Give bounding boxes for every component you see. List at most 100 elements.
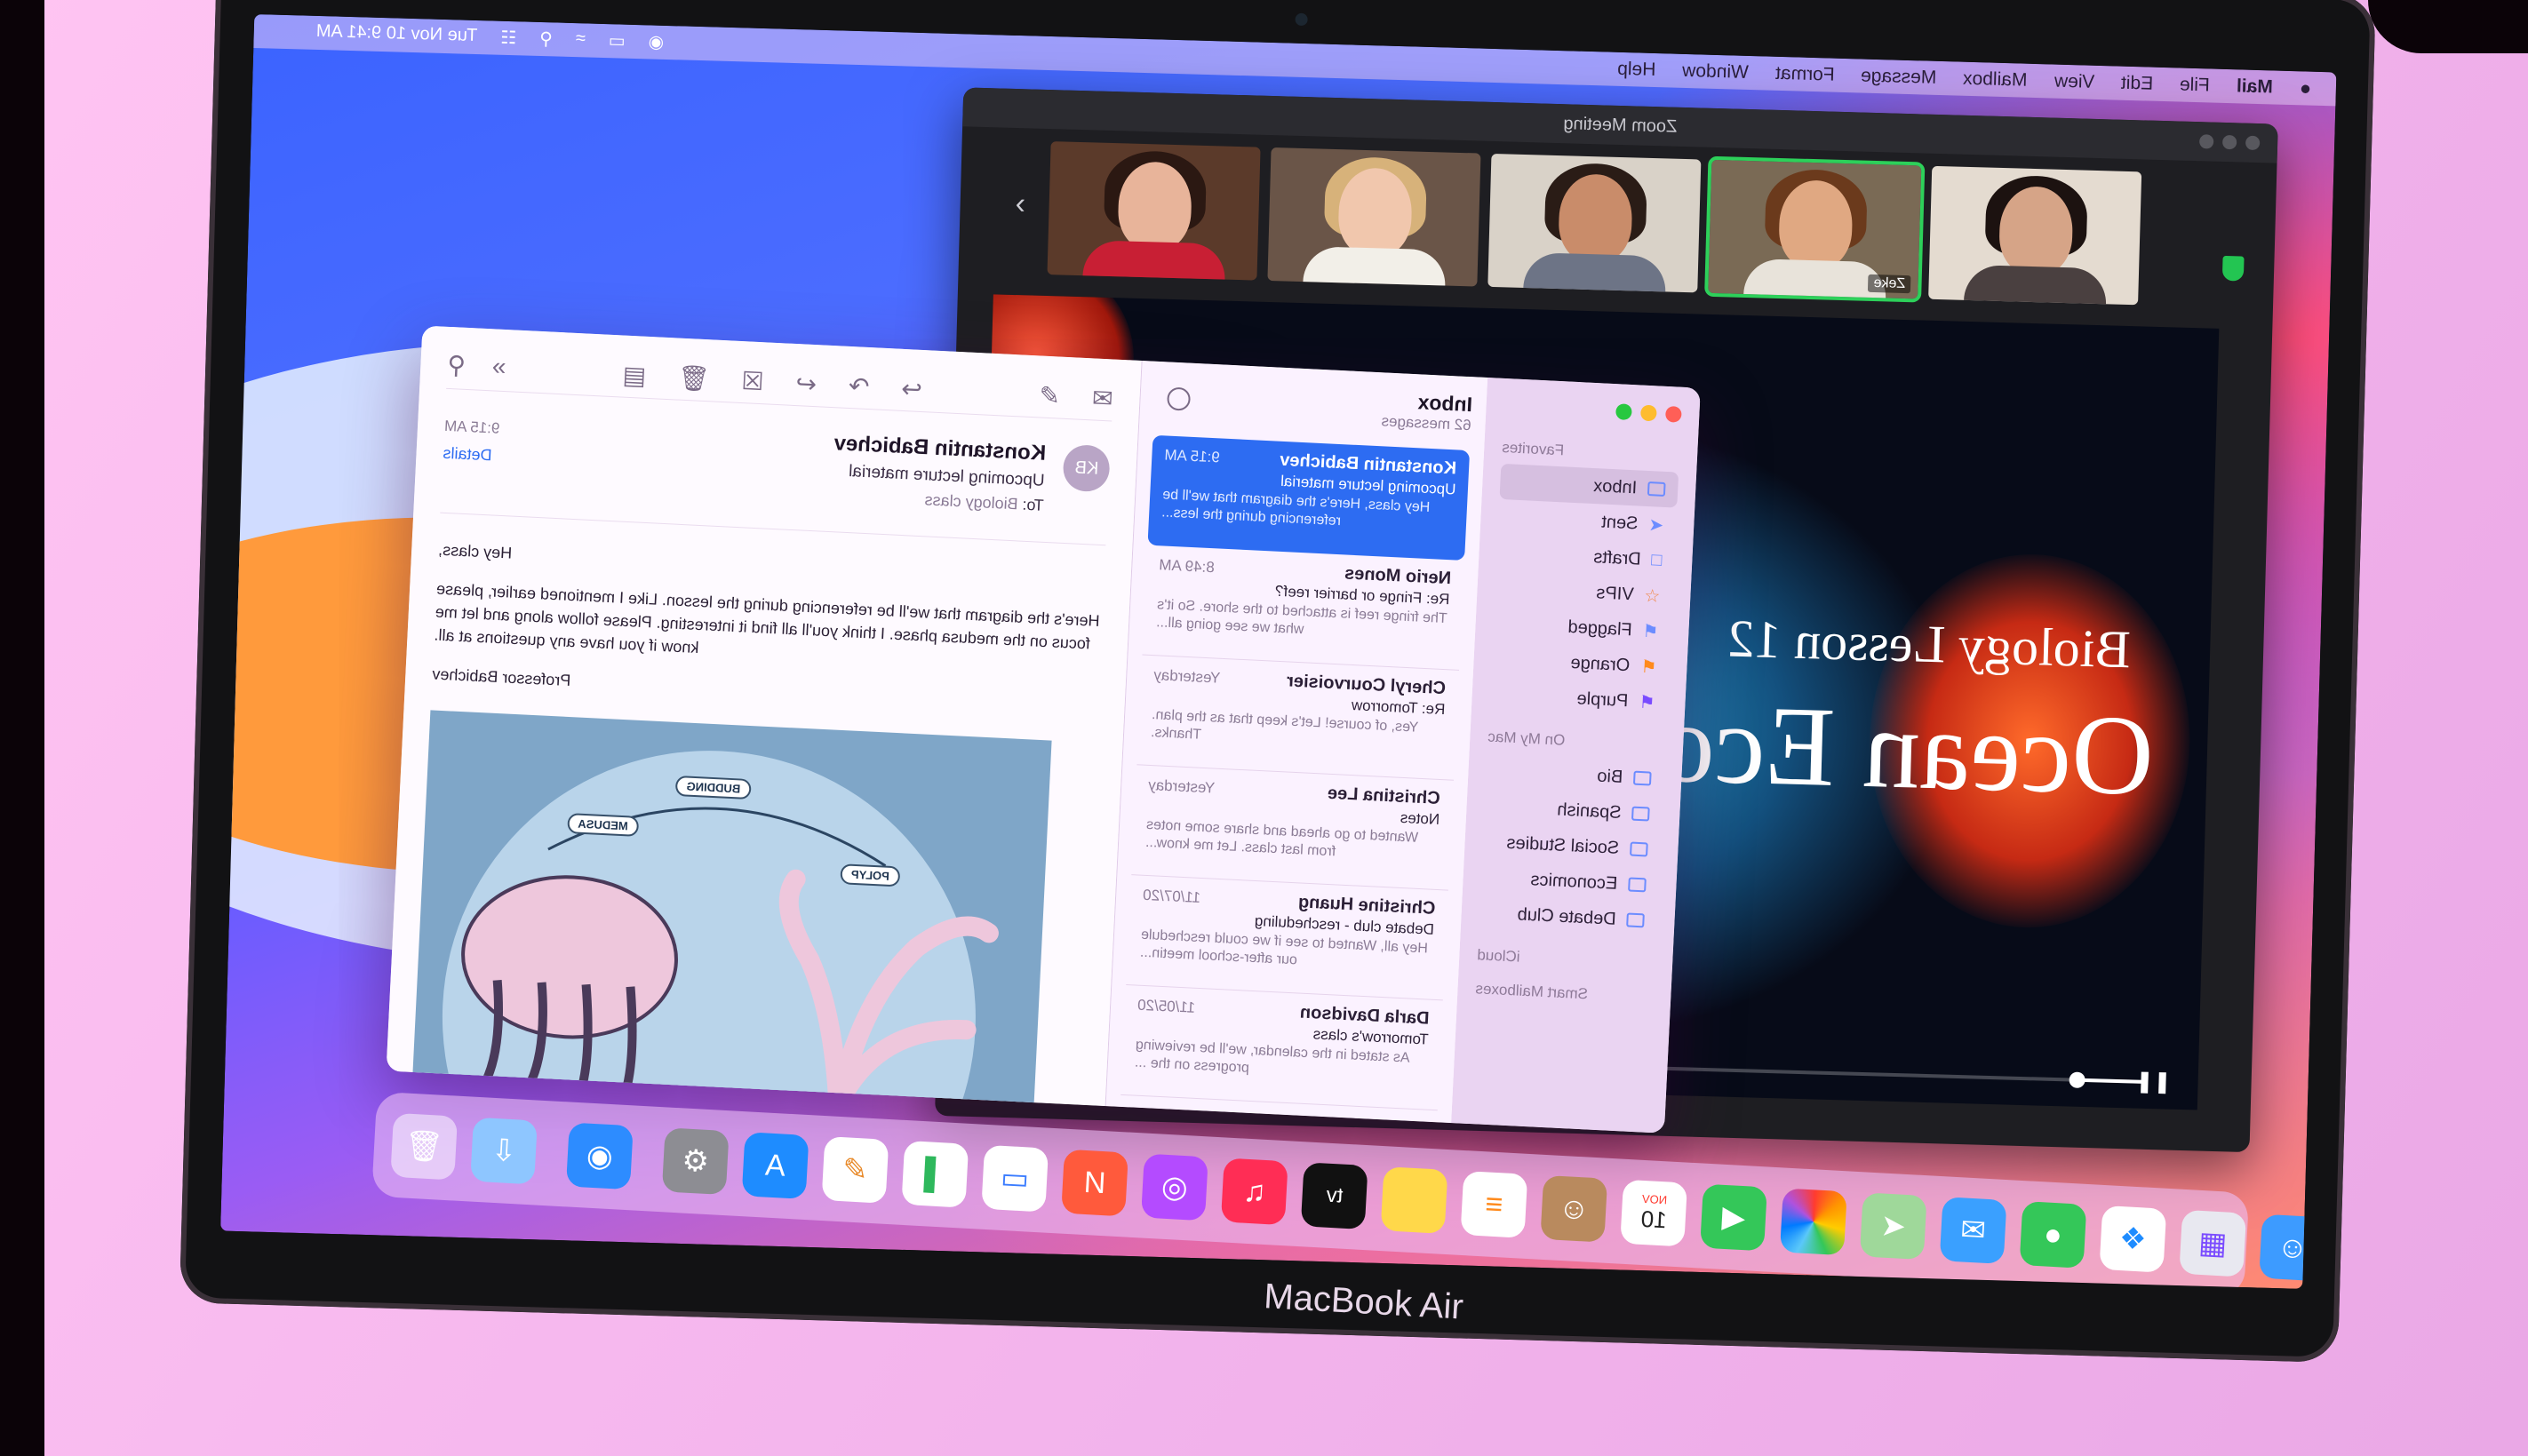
- compose-icon[interactable]: ✎: [1039, 380, 1061, 410]
- finder-icon[interactable]: ☺: [2259, 1213, 2326, 1282]
- body: [1302, 246, 1447, 287]
- menu-mailbox[interactable]: Mailbox: [1963, 68, 2028, 91]
- mail-window: Favorites Inbox Sent ➤ Drafts □ VIPs ☆ Flag…: [386, 325, 1701, 1134]
- maps-icon[interactable]: ➤: [1859, 1192, 1927, 1261]
- laptop: ● Mail File Edit View Mailbox Message Fo…: [177, 0, 2376, 1452]
- message-time: 8:49 AM: [1158, 556, 1216, 577]
- archive-icon[interactable]: ▤: [622, 361, 647, 391]
- system-preferences-icon[interactable]: ⚙: [661, 1127, 730, 1196]
- trash-icon[interactable]: 🗑: [677, 363, 710, 394]
- wifi-icon[interactable]: ≈: [576, 28, 586, 51]
- zoom-zoom-button[interactable]: [2221, 134, 2237, 150]
- message-timestamp: 9:15 AM: [443, 417, 500, 437]
- menu-file[interactable]: File: [2180, 75, 2210, 97]
- junk-icon[interactable]: ☒: [741, 366, 765, 396]
- pause-icon[interactable]: ❚❚: [2135, 1069, 2172, 1095]
- menu-mail[interactable]: Mail: [2236, 76, 2272, 98]
- message-subject: Notes: [1399, 808, 1440, 828]
- body: [1522, 252, 1667, 293]
- launchpad-icon[interactable]: ▦: [2179, 1209, 2247, 1277]
- maximize-button[interactable]: [1615, 403, 1632, 421]
- downloads-folder-icon[interactable]: ⇩: [470, 1117, 538, 1185]
- mail-icon[interactable]: ✉: [1939, 1197, 2007, 1264]
- body: [1081, 240, 1226, 281]
- sidebar-item-debate-club[interactable]: Debate Club: [1479, 895, 1658, 939]
- sidebar-item-purple[interactable]: Purple ⚑: [1489, 677, 1669, 721]
- reminders-icon[interactable]: ≡: [1460, 1170, 1528, 1238]
- sketch-icon[interactable]: ✎: [821, 1136, 889, 1204]
- message-time: 11/05/20: [1136, 996, 1196, 1016]
- control-center-icon[interactable]: ☷: [500, 27, 517, 49]
- menubar-clock[interactable]: Tue Nov 10 9:41 AM: [315, 21, 478, 48]
- menu-help[interactable]: Help: [1617, 59, 1656, 81]
- medusa-label: MEDUSA: [566, 813, 640, 837]
- zoom-app-icon[interactable]: ◉: [565, 1122, 634, 1190]
- forward-icon[interactable]: ↪: [795, 369, 817, 399]
- participant-video[interactable]: [1047, 141, 1261, 281]
- apple-tv-icon[interactable]: tv: [1300, 1162, 1368, 1230]
- music-icon[interactable]: ♫: [1220, 1158, 1288, 1226]
- numbers-icon[interactable]: ▌: [901, 1140, 969, 1208]
- menu-window[interactable]: Window: [1682, 60, 1749, 84]
- new-message-icon[interactable]: ✉: [1091, 383, 1113, 413]
- participant-video[interactable]: [1267, 147, 1481, 287]
- menu-format[interactable]: Format: [1774, 63, 1834, 86]
- list-item[interactable]: 11/05/20 Darla Davidson Tomorrow's class …: [1120, 984, 1443, 1111]
- messages-icon[interactable]: ●: [2019, 1201, 2087, 1269]
- battery-icon[interactable]: ▭: [608, 29, 626, 52]
- search-icon[interactable]: ⚲: [447, 350, 467, 380]
- podcasts-icon[interactable]: ◎: [1141, 1153, 1208, 1221]
- close-button[interactable]: [1664, 405, 1682, 423]
- apple-icon[interactable]: ●: [2299, 76, 2311, 99]
- participant-video[interactable]: [1487, 153, 1702, 293]
- app-store-icon[interactable]: A: [741, 1132, 809, 1199]
- participant-video[interactable]: [1928, 165, 2142, 306]
- photos-icon[interactable]: [1779, 1188, 1847, 1256]
- keynote-icon[interactable]: ▭: [981, 1144, 1049, 1213]
- flag-icon: ⚑: [1641, 621, 1659, 642]
- safari-icon[interactable]: ❖: [2099, 1205, 2167, 1273]
- playback-scrubber[interactable]: [2069, 1071, 2086, 1089]
- zoom-close-button[interactable]: [2245, 135, 2261, 151]
- trash-icon[interactable]: 🗑: [390, 1112, 459, 1181]
- zoom-minimize-button[interactable]: [2198, 134, 2214, 149]
- notes-icon[interactable]: [1380, 1166, 1448, 1234]
- polyp-label: POLYP: [840, 863, 901, 887]
- chevron-left-icon[interactable]: ‹: [1015, 187, 1025, 221]
- reply-icon[interactable]: ↩: [901, 374, 923, 404]
- face: [1558, 173, 1633, 265]
- list-item[interactable]: Yesterday Cheryl Courvoisier Re: Tomorrow…: [1136, 655, 1459, 781]
- facetime-icon[interactable]: ▶: [1700, 1183, 1767, 1252]
- message-sender: Cheryl Courvoisier: [1286, 671, 1447, 699]
- menu-edit[interactable]: Edit: [2120, 73, 2154, 95]
- folder-icon: [1631, 806, 1650, 822]
- list-item[interactable]: 11/07/20 Christine Huang Debate club - re…: [1126, 875, 1448, 1001]
- chevron-double-icon[interactable]: «: [491, 352, 506, 382]
- body: [1742, 258, 1887, 299]
- security-shield-icon[interactable]: [2221, 255, 2245, 282]
- news-icon[interactable]: N: [1061, 1149, 1128, 1217]
- calendar-icon[interactable]: NOV 10: [1620, 1179, 1688, 1247]
- details-link[interactable]: Details: [443, 444, 492, 465]
- participant-name-tag: Zeke: [1868, 274, 1911, 294]
- avatar-initials: KB: [1073, 457, 1099, 479]
- sidebar-item-label: Purple: [1576, 688, 1630, 711]
- list-item[interactable]: 8:49 AM Nerio Mones Re: Fringe or barrier…: [1142, 545, 1465, 671]
- screen: ● Mail File Edit View Mailbox Message Fo…: [220, 14, 2337, 1289]
- contacts-icon[interactable]: ☺: [1540, 1174, 1608, 1243]
- recipient[interactable]: Biology class: [924, 490, 1018, 513]
- message-preview: Wanted to go ahead and share some notes …: [1144, 816, 1419, 860]
- message-from: Konstantin Babichev: [833, 431, 1048, 465]
- menu-view[interactable]: View: [2054, 71, 2094, 93]
- participant-video-active[interactable]: Zeke: [1704, 155, 1926, 303]
- zoom-status-icon[interactable]: ◉: [648, 30, 664, 52]
- reply-all-icon[interactable]: ↶: [848, 371, 870, 402]
- tv-label: tv: [1325, 1182, 1344, 1208]
- minimize-button[interactable]: [1639, 404, 1657, 422]
- sidebar-item-label: Spanish: [1556, 799, 1622, 823]
- jellyfish-diagram: BUDDING MEDUSA POLYP: [411, 710, 1052, 1114]
- spotlight-icon[interactable]: ⚲: [539, 28, 553, 50]
- list-item[interactable]: Yesterday Christina Lee Notes Wanted to g…: [1131, 765, 1454, 891]
- list-item-selected[interactable]: 9:15 AM Konstantin Babichev Upcoming lect…: [1147, 434, 1471, 561]
- menu-message[interactable]: Message: [1861, 66, 1937, 89]
